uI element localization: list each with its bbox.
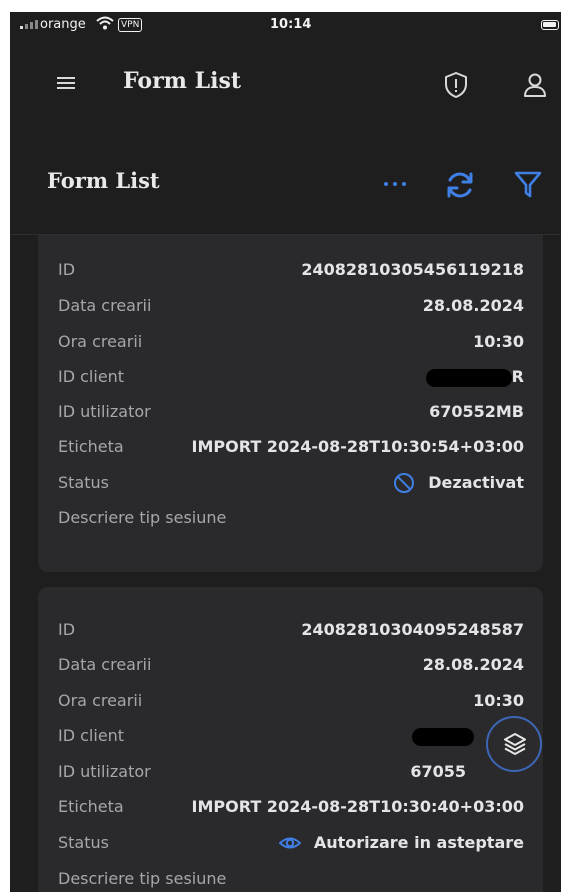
row-value: 24082810304095248587	[301, 620, 524, 639]
form-card[interactable]: ID 24082810304095248587 Data crearii 28.…	[38, 587, 543, 892]
row-status: Status Dezactivat	[58, 468, 524, 498]
disabled-icon	[394, 473, 415, 493]
row-client-id: ID client	[58, 721, 524, 751]
row-label-tag: Eticheta IMPORT 2024-08-28T10:30:40+03:0…	[58, 792, 524, 822]
row-session-description: Descriere tip sesiune	[58, 864, 524, 892]
row-label: ID	[58, 620, 76, 639]
form-card[interactable]: ID 24082810305456119218 Data crearii 28.…	[38, 235, 543, 572]
user-icon[interactable]	[522, 72, 548, 98]
status-text: Dezactivat	[428, 473, 524, 492]
row-session-description: Descriere tip sesiune	[58, 503, 524, 533]
wifi-icon	[96, 16, 114, 30]
filter-icon[interactable]	[513, 168, 543, 200]
row-user-id: ID utilizator 670552MB	[58, 397, 524, 427]
row-status: Status Autorizare in asteptare	[58, 828, 524, 858]
row-label: Data crearii	[58, 296, 152, 315]
row-value: 28.08.2024	[422, 296, 524, 315]
more-icon[interactable]	[382, 180, 408, 188]
app-bar: Form List	[10, 40, 561, 130]
row-value: 10:30	[473, 332, 524, 351]
row-client-id: ID client R	[58, 362, 524, 392]
row-label-tag: Eticheta IMPORT 2024-08-28T10:30:54+03:0…	[58, 432, 524, 462]
row-value-redacted	[412, 721, 474, 751]
menu-icon[interactable]	[55, 73, 79, 93]
row-value: 670552MB	[429, 402, 524, 421]
row-user-id: ID utilizator 67055	[58, 757, 524, 787]
row-id: ID 24082810305456119218	[58, 255, 524, 285]
row-value: 10:30	[473, 691, 524, 710]
row-value: IMPORT 2024-08-28T10:30:40+03:00	[191, 797, 524, 816]
status-text: Autorizare in asteptare	[313, 833, 524, 852]
page-title: Form List	[47, 168, 160, 193]
shield-alert-icon[interactable]	[442, 70, 470, 100]
row-label: Status	[58, 833, 109, 852]
row-creation-date: Data crearii 28.08.2024	[58, 291, 524, 321]
row-creation-time: Ora crearii 10:30	[58, 327, 524, 357]
status-value: Autorizare in asteptare	[278, 828, 524, 858]
refresh-icon[interactable]	[443, 168, 477, 202]
redaction-mark	[425, 368, 512, 387]
row-label: Descriere tip sesiune	[58, 508, 227, 527]
app-title: Form List	[123, 68, 241, 94]
clock: 10:14	[270, 17, 312, 32]
row-label: ID utilizator	[58, 402, 151, 421]
row-value: R	[511, 367, 524, 386]
carrier-name: orange	[40, 17, 86, 32]
status-bar: orange VPN 10:14	[10, 12, 561, 40]
form-list[interactable]: ID 24082810305456119218 Data crearii 28.…	[10, 235, 561, 892]
row-label: Ora crearii	[58, 691, 143, 710]
signal-icon	[20, 20, 38, 29]
vpn-badge: VPN	[118, 18, 143, 32]
row-label: ID client	[58, 726, 125, 745]
row-value-redacted: R	[425, 362, 524, 392]
row-label: ID utilizator	[58, 762, 151, 781]
row-label: Status	[58, 473, 109, 492]
row-label: Descriere tip sesiune	[58, 869, 227, 888]
layers-icon	[504, 733, 526, 755]
redaction-mark	[412, 727, 474, 746]
row-label: Ora crearii	[58, 332, 143, 351]
row-label: Eticheta	[58, 437, 124, 456]
row-label: Eticheta	[58, 797, 124, 816]
row-label: ID client	[58, 367, 125, 386]
phone-screen: orange VPN 10:14 Form List Form List ID …	[10, 12, 561, 892]
row-value: 67055	[410, 762, 466, 781]
layers-button[interactable]	[486, 716, 542, 772]
row-value: IMPORT 2024-08-28T10:30:54+03:00	[191, 437, 524, 456]
status-value: Dezactivat	[392, 468, 524, 498]
page-header: Form List	[10, 130, 561, 234]
row-value: 24082810305456119218	[301, 260, 524, 279]
eye-icon	[278, 837, 301, 849]
row-id: ID 24082810304095248587	[58, 615, 524, 645]
row-creation-time: Ora crearii 10:30	[58, 686, 524, 716]
row-label: ID	[58, 260, 76, 279]
row-value: 28.08.2024	[422, 655, 524, 674]
battery-icon	[541, 20, 559, 30]
row-label: Data crearii	[58, 655, 152, 674]
row-creation-date: Data crearii 28.08.2024	[58, 650, 524, 680]
